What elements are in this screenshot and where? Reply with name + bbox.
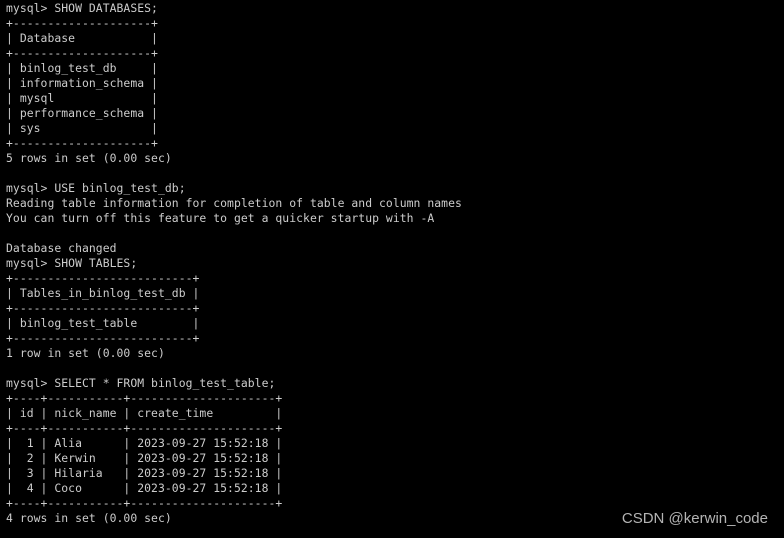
table-row: | 3 | Hilaria | 2023-09-27 15:52:18 |	[6, 466, 283, 480]
table-row: | information_schema |	[6, 76, 158, 90]
table-row: | 2 | Kerwin | 2023-09-27 15:52:18 |	[6, 451, 283, 465]
table-border: +----+-----------+---------------------+	[6, 391, 283, 405]
table-border: +--------------------------+	[6, 331, 200, 345]
table-row: | sys |	[6, 121, 158, 135]
table-border: +----+-----------+---------------------+	[6, 421, 283, 435]
output-message: You can turn off this feature to get a q…	[6, 211, 435, 225]
table-header-row: | id | nick_name | create_time |	[6, 406, 283, 420]
table-border: +--------------------+	[6, 46, 158, 60]
command-line: mysql> SHOW TABLES;	[6, 256, 138, 270]
result-status: 4 rows in set (0.00 sec)	[6, 511, 172, 525]
table-border: +--------------------------+	[6, 271, 200, 285]
terminal-output[interactable]: mysql> SHOW DATABASES; +-----------------…	[6, 1, 462, 526]
table-row: | binlog_test_db |	[6, 61, 158, 75]
command-line: mysql> SELECT * FROM binlog_test_table;	[6, 376, 276, 390]
watermark: CSDN @kerwin_code	[621, 510, 768, 527]
result-status: 1 row in set (0.00 sec)	[6, 346, 165, 360]
table-row: | 4 | Coco | 2023-09-27 15:52:18 |	[6, 481, 283, 495]
table-row: | 1 | Alia | 2023-09-27 15:52:18 |	[6, 436, 283, 450]
command-line: mysql> SHOW DATABASES;	[6, 1, 158, 15]
table-header-row: | Database |	[6, 31, 158, 45]
table-border: +----+-----------+---------------------+	[6, 496, 283, 510]
command-line: mysql> USE binlog_test_db;	[6, 181, 186, 195]
result-status: 5 rows in set (0.00 sec)	[6, 151, 172, 165]
output-message: Database changed	[6, 241, 117, 255]
table-row: | mysql |	[6, 91, 158, 105]
table-row: | performance_schema |	[6, 106, 158, 120]
table-row: | binlog_test_table |	[6, 316, 200, 330]
table-header-row: | Tables_in_binlog_test_db |	[6, 286, 200, 300]
table-border: +--------------------------+	[6, 301, 200, 315]
table-border: +--------------------+	[6, 16, 158, 30]
table-border: +--------------------+	[6, 136, 158, 150]
output-message: Reading table information for completion…	[6, 196, 462, 210]
